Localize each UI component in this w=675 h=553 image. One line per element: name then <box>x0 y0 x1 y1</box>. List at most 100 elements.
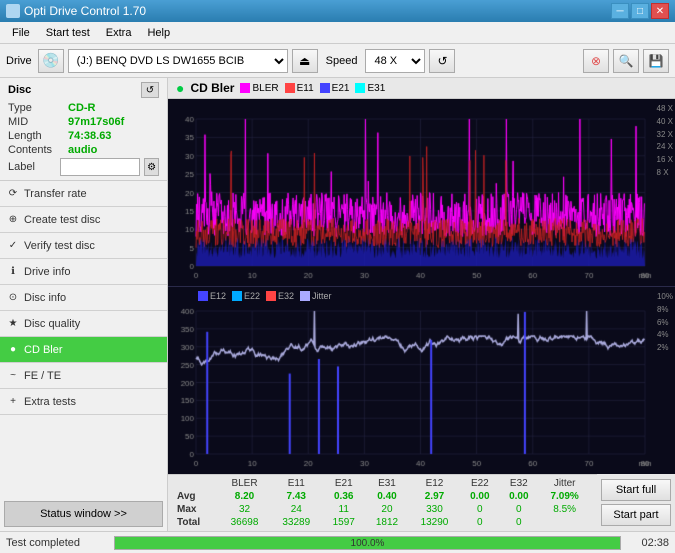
buttons-wrapper: Start full Start part <box>597 474 675 531</box>
stats-col-jitter: Jitter <box>538 477 591 490</box>
stats-col-e11: E11 <box>270 477 322 490</box>
menu-bar: File Start test Extra Help <box>0 22 675 44</box>
stats-max-e32: 0 <box>499 503 538 516</box>
sidebar-item-transfer-rate[interactable]: ⟳ Transfer rate <box>0 181 167 207</box>
start-part-button[interactable]: Start part <box>601 504 671 526</box>
disc-quality-icon: ★ <box>6 317 20 331</box>
stats-avg-e31: 0.40 <box>365 490 408 503</box>
stats-total-e31: 1812 <box>365 516 408 529</box>
progress-container: 100.0% <box>114 536 621 550</box>
chart-header: ● CD Bler BLER E11 E21 E31 <box>168 78 675 99</box>
drive-info-icon: ℹ <box>6 265 20 279</box>
disc-type-row: Type CD-R <box>8 102 159 114</box>
legend-e31: E31 <box>355 83 385 94</box>
charts-container: 48 X40 X32 X24 X16 X8 X E12 E22 <box>168 99 675 474</box>
sidebar-label-transfer-rate: Transfer rate <box>24 188 87 200</box>
disc-label-settings-btn[interactable]: ⚙ <box>144 158 159 176</box>
menu-start-test[interactable]: Start test <box>38 25 98 41</box>
disc-panel-header: Disc ↺ <box>8 82 159 98</box>
sidebar-item-disc-quality[interactable]: ★ Disc quality <box>0 311 167 337</box>
legend-label-e21: E21 <box>332 83 350 94</box>
stats-avg-e11: 7.43 <box>270 490 322 503</box>
legend-bler: BLER <box>240 83 278 94</box>
sidebar-item-disc-info[interactable]: ⊙ Disc info <box>0 285 167 311</box>
main-layout: Disc ↺ Type CD-R MID 97m17s06f Length 74… <box>0 78 675 531</box>
sidebar-item-extra-tests[interactable]: + Extra tests <box>0 389 167 415</box>
close-button[interactable]: ✕ <box>651 3 669 19</box>
drive-select[interactable]: (J:) BENQ DVD LS DW1655 BCIB <box>68 49 288 73</box>
legend-color-e31 <box>355 83 365 93</box>
sidebar-item-verify-test-disc[interactable]: ✓ Verify test disc <box>0 233 167 259</box>
cd-bler-icon: ● <box>6 343 20 357</box>
legend2-color-jitter <box>300 291 310 301</box>
disc-title: Disc <box>8 84 31 96</box>
stats-total-label: Total <box>174 516 219 529</box>
legend2-label-jitter: Jitter <box>312 291 332 301</box>
legend2-color-e12 <box>198 291 208 301</box>
stats-avg-bler: 8.20 <box>219 490 271 503</box>
stats-table: BLER E11 E21 E31 E12 E22 E32 Jitter <box>174 477 591 529</box>
disc-refresh-button[interactable]: ↺ <box>141 82 159 98</box>
bler-chart: 48 X40 X32 X24 X16 X8 X <box>168 99 675 286</box>
stats-col-e21: E21 <box>322 477 365 490</box>
stats-max-bler: 32 <box>219 503 271 516</box>
legend2-jitter: Jitter <box>300 291 332 301</box>
sidebar-item-cd-bler[interactable]: ● CD Bler <box>0 337 167 363</box>
verify-test-disc-icon: ✓ <box>6 239 20 253</box>
time-text: 02:38 <box>629 537 669 549</box>
start-full-button[interactable]: Start full <box>601 479 671 501</box>
menu-file[interactable]: File <box>4 25 38 41</box>
fe-te-icon: ~ <box>6 369 20 383</box>
erase-button[interactable]: ⊗ <box>583 49 609 73</box>
minimize-button[interactable]: ─ <box>611 3 629 19</box>
legend-e21: E21 <box>320 83 350 94</box>
drive-icon-btn[interactable]: 💿 <box>38 49 64 73</box>
disc-type-value: CD-R <box>68 102 96 114</box>
sidebar-item-drive-info[interactable]: ℹ Drive info <box>0 259 167 285</box>
legend2-color-e22 <box>232 291 242 301</box>
sidebar-label-drive-info: Drive info <box>24 266 70 278</box>
stats-max-e22: 0 <box>460 503 499 516</box>
stats-total-e32: 0 <box>499 516 538 529</box>
sidebar-item-create-test-disc[interactable]: ⊕ Create test disc <box>0 207 167 233</box>
refresh-button[interactable]: ↺ <box>429 49 455 73</box>
status-window-button[interactable]: Status window >> <box>4 501 163 527</box>
speed-select[interactable]: 48 X <box>365 49 425 73</box>
stats-max-jitter: 8.5% <box>538 503 591 516</box>
sidebar-item-fe-te[interactable]: ~ FE / TE <box>0 363 167 389</box>
stats-col-label <box>174 477 219 490</box>
disc-contents-value: audio <box>68 144 97 156</box>
status-bar: Test completed 100.0% 02:38 <box>0 531 675 553</box>
menu-help[interactable]: Help <box>139 25 178 41</box>
stats-avg-e22: 0.00 <box>460 490 499 503</box>
cd-bler-chart-icon: ● <box>176 80 184 96</box>
legend2-label-e12: E12 <box>210 291 226 301</box>
legend2-label-e22: E22 <box>244 291 260 301</box>
eject-button[interactable]: ⏏ <box>292 49 318 73</box>
title-bar-left: Opti Drive Control 1.70 <box>6 4 146 18</box>
sidebar-label-fe-te: FE / TE <box>24 370 61 382</box>
stats-wrapper: BLER E11 E21 E31 E12 E22 E32 Jitter <box>168 474 597 531</box>
disc-panel: Disc ↺ Type CD-R MID 97m17s06f Length 74… <box>0 78 167 181</box>
disc-label-input[interactable] <box>60 158 140 176</box>
legend2-e32: E32 <box>266 291 294 301</box>
stats-total-e11: 33289 <box>270 516 322 529</box>
save-button[interactable]: 💾 <box>643 49 669 73</box>
sidebar: Disc ↺ Type CD-R MID 97m17s06f Length 74… <box>0 78 168 531</box>
maximize-button[interactable]: □ <box>631 3 649 19</box>
disc-mid-row: MID 97m17s06f <box>8 116 159 128</box>
sidebar-nav: ⟳ Transfer rate ⊕ Create test disc ✓ Ver… <box>0 181 167 531</box>
info-button[interactable]: 🔍 <box>613 49 639 73</box>
stats-max-e12: 330 <box>409 503 461 516</box>
disc-length-value: 74:38.63 <box>68 130 111 142</box>
disc-contents-label: Contents <box>8 144 68 156</box>
menu-extra[interactable]: Extra <box>98 25 140 41</box>
stats-max-e11: 24 <box>270 503 322 516</box>
sidebar-label-disc-info: Disc info <box>24 292 66 304</box>
disc-info-icon: ⊙ <box>6 291 20 305</box>
bler-canvas <box>168 99 675 286</box>
legend-e11: E11 <box>285 83 314 94</box>
legend2-e12: E12 <box>198 291 226 301</box>
stats-total-e22: 0 <box>460 516 499 529</box>
stats-avg-row: Avg 8.20 7.43 0.36 0.40 2.97 0.00 0.00 7… <box>174 490 591 503</box>
